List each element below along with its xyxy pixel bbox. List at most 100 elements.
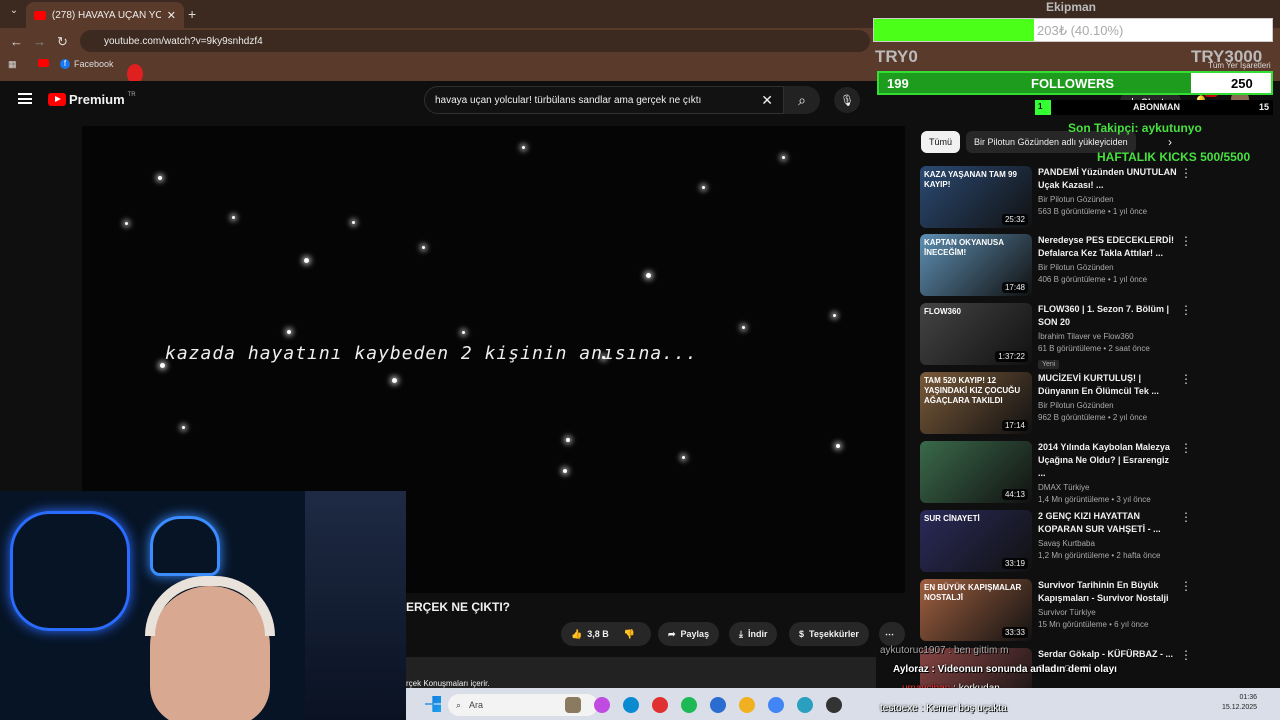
channel-name[interactable]: DMAX Türkiye xyxy=(1038,483,1178,492)
video-duration: 1:37:22 xyxy=(995,351,1028,362)
star xyxy=(566,438,570,442)
channel-name[interactable]: Bir Pilotun Gözünden xyxy=(1038,401,1178,410)
youtube-logo[interactable]: Premium TR xyxy=(48,92,136,107)
download-button[interactable]: ⤓ İndir xyxy=(729,622,778,646)
url-field[interactable]: youtube.com/watch?v=9ky9snhdzf4 xyxy=(80,30,870,52)
recommendation-item[interactable]: TAM 520 KAYIP! 12 YAŞINDAKİ KIZ ÇOCUĞU A… xyxy=(920,372,1270,434)
browser-tab[interactable]: (278) HAVAYA UÇAN YOLCULAR ✕ xyxy=(26,2,184,28)
more-options-icon[interactable]: ⋮ xyxy=(1180,166,1192,180)
channel-name[interactable]: Bir Pilotun Gözünden xyxy=(1038,263,1178,272)
steam-icon[interactable] xyxy=(826,697,842,713)
forward-icon[interactable]: → xyxy=(33,34,46,49)
video-title[interactable]: Survivor Tarihinin En Büyük Kapışmaları … xyxy=(1038,579,1178,605)
chip-all[interactable]: Tümü xyxy=(921,131,961,153)
tab-close-icon[interactable]: ✕ xyxy=(167,9,176,22)
video-title[interactable]: PANDEMİ Yüzünden UNUTULAN Uçak Kazası! .… xyxy=(1038,166,1178,192)
reload-icon[interactable]: ↻ xyxy=(57,34,68,50)
clear-search-icon[interactable]: ✕ xyxy=(761,92,773,109)
download-label: İndir xyxy=(747,629,768,639)
recommendation-item[interactable]: EN BÜYÜK KAPIŞMALAR NOSTALJİ 33:33 Survivo… xyxy=(920,579,1270,641)
search-input[interactable]: havaya uçan yolcular! türbülans sandlar … xyxy=(424,86,784,114)
spotify-icon[interactable] xyxy=(681,697,697,713)
apps-icon[interactable]: ▦ xyxy=(8,59,17,70)
recommendation-item[interactable]: KAZA YAŞANAN TAM 99 KAYIP! 25:32 PANDEMİ Y… xyxy=(920,166,1270,228)
taskbar-clock[interactable]: 01:36 15.12.2025 xyxy=(1222,693,1257,713)
video-title[interactable]: Neredeyse PES EDECEKLERDİ! Defalarca Kez… xyxy=(1038,234,1178,260)
url-text: youtube.com/watch?v=9ky9snhdzf4 xyxy=(104,35,263,47)
video-thumbnail[interactable]: FLOW360 1:37:22 xyxy=(920,303,1032,365)
thanks-button[interactable]: $ Teşekkürler xyxy=(789,622,869,646)
menu-icon[interactable] xyxy=(18,93,32,104)
video-title[interactable]: 2014 Yılında Kaybolan Malezya Uçağına Ne… xyxy=(1038,441,1178,480)
new-tab-button[interactable]: + xyxy=(188,6,196,22)
copilot-icon[interactable] xyxy=(594,697,610,713)
logo-region: TR xyxy=(127,91,136,98)
neon-light-right xyxy=(150,516,220,576)
bookmark-facebook[interactable]: f Facebook xyxy=(60,59,114,69)
more-options-icon[interactable]: ⋮ xyxy=(1180,372,1192,386)
dislike-icon[interactable]: 👎 xyxy=(624,629,635,640)
video-thumbnail[interactable]: KAZA YAŞANAN TAM 99 KAYIP! 25:32 xyxy=(920,166,1032,228)
star xyxy=(422,246,425,249)
voice-search-icon[interactable]: 🎙 xyxy=(834,87,860,113)
chat-line-0: aykutoruc1907 : ben gittim m xyxy=(880,645,1009,656)
video-title[interactable]: Serdar Gökalp - KÜFÜRBAZ - ... xyxy=(1038,648,1178,661)
channel-name[interactable]: Savaş Kurtbaba xyxy=(1038,539,1178,548)
video-title[interactable]: 2 GENÇ KIZI HAYATTAN KOPARAN SUR VAHŞETİ… xyxy=(1038,510,1178,536)
recommendation-item[interactable]: SUR CİNAYETİ 33:19 2 GENÇ KIZI HAYATTAN KO… xyxy=(920,510,1270,572)
tab-search-icon[interactable]: ⌄ xyxy=(6,5,22,21)
star xyxy=(682,456,685,459)
app-icon[interactable] xyxy=(797,697,813,713)
abonman-label: ABONMAN xyxy=(1133,102,1180,112)
chip-uploader-label: Bir Pilotun Gözünden adlı yükleyiciden xyxy=(974,137,1128,147)
media-icon[interactable] xyxy=(652,697,668,713)
search-button[interactable]: ⌕ xyxy=(784,86,820,114)
files-icon[interactable] xyxy=(739,697,755,713)
chat-user: Ayloraz xyxy=(893,664,929,675)
search-value: havaya uçan yolcular! türbülans sandlar … xyxy=(435,94,702,106)
more-options-icon[interactable]: ⋮ xyxy=(1180,303,1192,317)
more-options-icon[interactable]: ⋮ xyxy=(1180,648,1192,662)
channel-name[interactable]: Bir Pilotun Gözünden xyxy=(1038,195,1178,204)
video-thumbnail[interactable]: SUR CİNAYETİ 33:19 xyxy=(920,510,1032,572)
star xyxy=(304,258,309,263)
thanks-label: Teşekkürler xyxy=(809,629,859,639)
video-title[interactable]: MUCİZEVİ KURTULUŞ! | Dünyanın En Ölümcül… xyxy=(1038,372,1178,398)
star xyxy=(833,314,836,317)
ekipman-progress-fill xyxy=(874,19,1034,41)
new-badge: Yeni xyxy=(1038,360,1060,369)
video-thumbnail[interactable]: EN BÜYÜK KAPIŞMALAR NOSTALJİ 33:33 xyxy=(920,579,1032,641)
more-options-icon[interactable]: ⋮ xyxy=(1180,441,1192,455)
clock-date: 15.12.2025 xyxy=(1222,704,1258,711)
video-thumbnail[interactable]: 44:13 xyxy=(920,441,1032,503)
recommendation-item[interactable]: KAPTAN OKYANUSA İNECEĞİM! 17:48 Neredeyse … xyxy=(920,234,1270,296)
share-label: Paylaş xyxy=(680,629,710,639)
edge-icon[interactable] xyxy=(623,697,639,713)
video-thumbnail[interactable]: KAPTAN OKYANUSA İNECEĞİM! 17:48 xyxy=(920,234,1032,296)
thanks-icon: $ xyxy=(799,629,805,639)
chat-user: testoexe xyxy=(880,703,918,714)
ekipman-progress-bar: 203₺ (40.10%) xyxy=(873,18,1273,42)
channel-name[interactable]: İbrahim Tilaver ve Flow360 xyxy=(1038,332,1178,341)
abonman-bar: 1 ABONMAN 15 xyxy=(1035,100,1273,115)
bookmark-youtube[interactable] xyxy=(38,59,49,67)
more-actions-icon[interactable]: ⋯ xyxy=(879,622,905,646)
more-options-icon[interactable]: ⋮ xyxy=(1180,510,1192,524)
share-button[interactable]: ➦ Paylaş xyxy=(658,622,720,646)
store-icon[interactable] xyxy=(710,697,726,713)
star xyxy=(702,186,705,189)
like-dislike-group[interactable]: 👍 3,8 B 👎 xyxy=(561,622,651,646)
video-thumbnail[interactable]: TAM 520 KAYIP! 12 YAŞINDAKİ KIZ ÇOCUĞU A… xyxy=(920,372,1032,434)
chips-next-icon[interactable]: › xyxy=(1168,135,1172,149)
channel-name[interactable]: Survivor Türkiye xyxy=(1038,608,1178,617)
video-title[interactable]: FLOW360 | 1. Sezon 7. Bölüm | SON 20 xyxy=(1038,303,1178,329)
more-options-icon[interactable]: ⋮ xyxy=(1180,579,1192,593)
widget-icon[interactable] xyxy=(565,697,581,713)
star xyxy=(646,273,651,278)
back-icon[interactable]: ← xyxy=(10,34,23,49)
like-icon[interactable]: 👍 xyxy=(571,629,582,640)
recommendation-item[interactable]: 44:13 2014 Yılında Kaybolan Malezya Uçağı… xyxy=(920,441,1270,504)
chrome-icon[interactable] xyxy=(768,697,784,713)
more-options-icon[interactable]: ⋮ xyxy=(1180,234,1192,248)
recommendation-item[interactable]: FLOW360 1:37:22 FLOW360 | 1. Sezon 7. Bölü… xyxy=(920,303,1270,369)
